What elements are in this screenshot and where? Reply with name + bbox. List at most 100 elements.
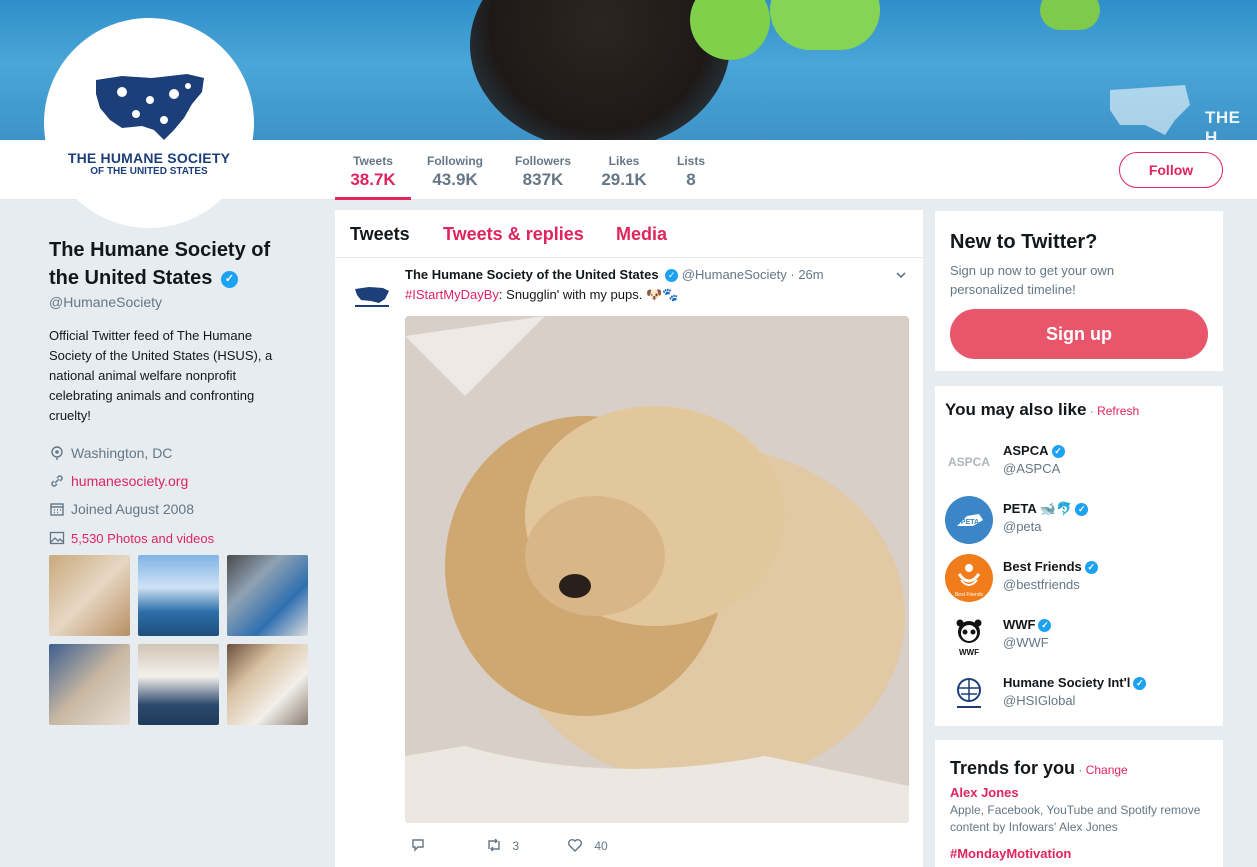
suggestion-avatar[interactable]: Best Friends — [945, 554, 993, 602]
stat-label: Lists — [676, 154, 705, 168]
suggestion-handle: @HSIGlobal — [1003, 693, 1076, 708]
tweet-author[interactable]: The Humane Society of the United States — [405, 267, 659, 282]
verified-badge-icon: ✓ — [1038, 619, 1052, 632]
stat-value: 837K — [522, 170, 564, 189]
stat-value: 8 — [686, 170, 696, 189]
stat-lists[interactable]: Lists 8 — [671, 140, 711, 200]
tweet-time[interactable]: · 26m — [790, 267, 823, 282]
new-to-twitter-title: New to Twitter? — [950, 231, 1098, 253]
tweet-hashtag[interactable]: #IStartMyDayBy — [405, 287, 499, 302]
tweet-text: #IStartMyDayBy: Snugglin' with my pups. … — [405, 287, 678, 303]
trends-title: Trends for you — [950, 758, 1076, 778]
verified-badge-icon: ✓ — [1084, 561, 1098, 574]
trend-item[interactable]: Alex Jones Apple, Facebook, YouTube and … — [950, 785, 1210, 836]
suggestion-name-text: ASPCA — [1003, 443, 1049, 458]
who-to-follow-header: You may also like · Refresh — [945, 400, 1139, 420]
photo-thumbnail[interactable] — [227, 555, 308, 636]
banner-logo-icon — [1110, 85, 1190, 135]
suggestion-avatar[interactable]: WWF — [945, 612, 993, 660]
wwf-logo-text: WWF — [959, 648, 979, 657]
avatar-org-name: THE HUMANE SOCIETY — [67, 150, 231, 166]
change-link[interactable]: Change — [1086, 763, 1128, 777]
tab-tweets-replies[interactable]: Tweets & replies — [443, 224, 584, 245]
peta-logo-icon: PETA — [957, 514, 983, 526]
verified-badge-icon: ✓ — [1133, 677, 1147, 690]
profile-handle[interactable]: @HumaneSociety — [49, 294, 319, 310]
suggestion-name[interactable]: Humane Society Int'l ✓ — [1003, 675, 1147, 690]
profile-meta: Washington, DC humanesociety.org Joined … — [49, 439, 319, 523]
profile-name[interactable]: The Humane Society of the United States … — [49, 236, 319, 292]
suggestion-name-text: Best Friends — [1003, 559, 1082, 574]
photo-thumbnail[interactable] — [49, 555, 130, 636]
photos-videos-link[interactable]: 5,530 Photos and videos — [49, 530, 214, 546]
new-to-twitter-card: New to Twitter? Sign up now to get your … — [935, 211, 1223, 371]
best-friends-logo-text: Best Friends — [955, 592, 984, 598]
suggestion-name[interactable]: PETA 🐋🐬 ✓ — [1003, 501, 1089, 517]
reply-icon[interactable] — [410, 837, 426, 856]
tweet-avatar[interactable] — [349, 273, 395, 319]
profile-website-link[interactable]: humanesociety.org — [71, 467, 188, 495]
retweet-icon — [488, 838, 500, 852]
stat-label: Followers — [514, 154, 571, 168]
stat-following[interactable]: Following 43.9K — [420, 140, 490, 200]
retweet-button[interactable]: 3 — [485, 837, 519, 853]
suggestion-handle: @peta — [1003, 519, 1042, 534]
follow-button[interactable]: Follow — [1119, 152, 1223, 188]
stat-likes[interactable]: Likes 29.1K — [594, 140, 654, 200]
best-friends-logo-icon: Best Friends — [955, 564, 984, 598]
chevron-down-icon[interactable] — [895, 269, 907, 281]
profile-avatar[interactable]: THE HUMANE SOCIETY OF THE UNITED STATES — [44, 18, 254, 228]
suggestion-avatar[interactable]: PETA — [945, 496, 993, 544]
profile-website[interactable]: humanesociety.org — [49, 467, 319, 495]
stat-value: 29.1K — [601, 170, 647, 189]
hsus-logo-icon — [96, 74, 204, 140]
photo-thumbnail[interactable] — [227, 644, 308, 725]
profile-location-text: Washington, DC — [71, 445, 173, 461]
tweet-handle[interactable]: @HumaneSociety — [682, 267, 787, 282]
retweet-count: 3 — [512, 839, 520, 853]
profile-name-line2: the United States — [49, 267, 213, 289]
suggestion-item[interactable]: PETA PETA 🐋🐬 ✓ @peta — [945, 496, 1215, 546]
like-button[interactable]: 40 — [567, 837, 608, 853]
profile-joined-text: Joined August 2008 — [71, 501, 194, 517]
suggestion-name[interactable]: WWF ✓ — [1003, 617, 1052, 632]
location-pin-icon — [51, 446, 63, 460]
suggestion-name-text: PETA — [1003, 501, 1037, 516]
who-to-follow-card: You may also like · Refresh ASPCA ASPCA ✓… — [935, 386, 1223, 726]
tab-tweets[interactable]: Tweets — [350, 224, 410, 245]
new-to-twitter-text: Sign up now to get your own personalized… — [950, 263, 1115, 297]
suggestion-name[interactable]: ASPCA ✓ — [1003, 443, 1065, 458]
trend-name[interactable]: Alex Jones — [950, 785, 1210, 800]
suggestion-item[interactable]: ASPCA ASPCA ✓ @ASPCA — [945, 438, 1215, 488]
profile-location: Washington, DC — [49, 439, 319, 467]
signup-button[interactable]: Sign up — [950, 309, 1208, 359]
profile-bio: Official Twitter feed of The Humane Soci… — [49, 328, 273, 423]
stat-value: 43.9K — [432, 170, 478, 189]
suggestion-emoji: 🐋🐬 — [1039, 501, 1073, 516]
tweet-photo[interactable] — [405, 316, 909, 823]
verified-badge-icon: ✓ — [1075, 503, 1089, 516]
photos-videos-label: 5,530 Photos and videos — [71, 530, 215, 546]
trend-item[interactable]: #MondayMotivation — [950, 846, 1210, 861]
hsi-globe-icon — [957, 678, 981, 708]
trend-name[interactable]: #MondayMotivation — [950, 846, 1210, 861]
photo-thumbnail[interactable] — [49, 644, 130, 725]
separator: · — [1086, 404, 1098, 418]
suggestion-name[interactable]: Best Friends ✓ — [1003, 559, 1098, 574]
suggestion-item[interactable]: WWF WWF ✓ @WWF — [945, 612, 1215, 662]
photo-thumbnail[interactable] — [138, 555, 219, 636]
suggestion-avatar[interactable] — [945, 670, 993, 718]
suggestion-item[interactable]: Best Friends Best Friends ✓ @bestfriends — [945, 554, 1215, 604]
refresh-link[interactable]: Refresh — [1097, 404, 1139, 418]
stat-tweets[interactable]: Tweets 38.7K — [335, 140, 411, 200]
peta-logo-text: PETA — [961, 519, 979, 526]
suggestion-item[interactable]: Humane Society Int'l ✓ @HSIGlobal — [945, 670, 1215, 720]
photo-thumbnail[interactable] — [138, 644, 219, 725]
calendar-icon — [50, 503, 64, 516]
tab-media[interactable]: Media — [616, 224, 667, 245]
suggestion-name-text: Humane Society Int'l — [1003, 675, 1131, 690]
stat-followers[interactable]: Followers 837K — [508, 140, 578, 200]
verified-badge-icon: ✓ — [1051, 445, 1065, 458]
timeline: Tweets Tweets & replies Media The Humane… — [335, 210, 923, 867]
suggestion-avatar[interactable]: ASPCA — [945, 438, 993, 486]
